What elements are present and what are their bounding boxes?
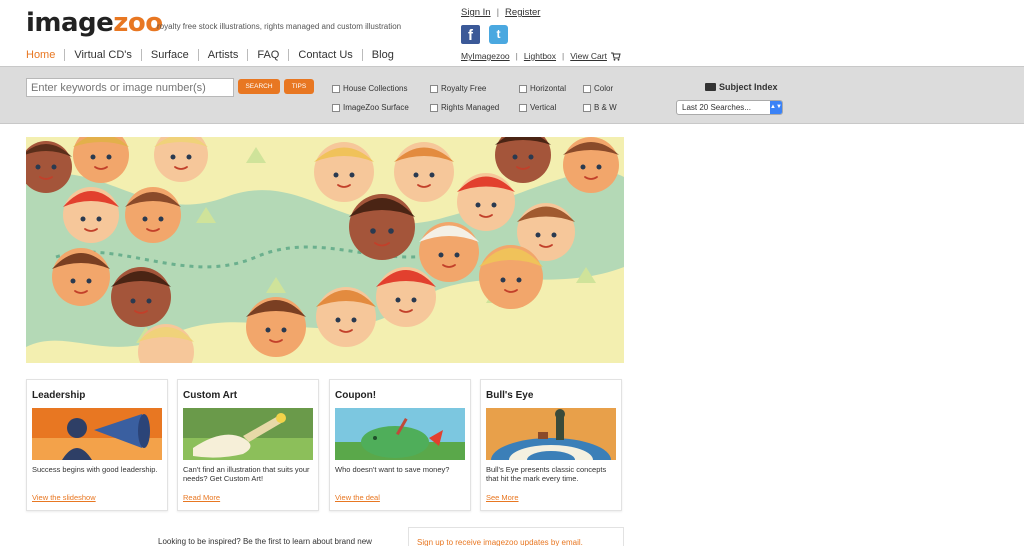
card-description: Can't find an illustration that suits yo… <box>183 465 310 483</box>
card-title: Custom Art <box>183 390 238 401</box>
filter-vertical[interactable]: Vertical <box>519 103 556 112</box>
recent-searches-value: Last 20 Searches... <box>682 103 751 112</box>
hero-illustration <box>26 137 624 363</box>
tips-button[interactable]: TIPS <box>284 79 314 94</box>
register-link[interactable]: Register <box>505 7 540 18</box>
logo-text-zoo: zoo <box>113 8 163 38</box>
card-coupon: Coupon! Who doesn't want to save money? … <box>329 379 471 511</box>
filter-bw[interactable]: B & W <box>583 103 617 112</box>
user-links: MyImagezoo | Lightbox | View Cart <box>461 51 621 61</box>
card-description: Success begins with good leadership. <box>32 465 158 474</box>
inspiration-text: Looking to be inspired? Be the first to … <box>158 537 372 546</box>
megaphone-illustration <box>32 408 162 460</box>
checkbox[interactable] <box>332 103 340 112</box>
card-link[interactable]: See More <box>486 493 519 502</box>
search-bar: SEARCH TIPS House Collections Royalty Fr… <box>0 66 1024 124</box>
piggy-bank-illustration <box>335 408 465 460</box>
card-thumbnail[interactable] <box>486 408 616 460</box>
facebook-icon[interactable]: f <box>461 25 480 44</box>
search-button[interactable]: SEARCH <box>238 79 280 94</box>
filter-royalty-free[interactable]: Royalty Free <box>430 84 486 93</box>
email-signup-link[interactable]: Sign up to receive imagezoo updates by e… <box>417 538 583 546</box>
separator: | <box>515 51 518 61</box>
nav-contact-us[interactable]: Contact Us <box>288 49 361 61</box>
card-custom-art: Custom Art Can't find an illustration th… <box>177 379 319 511</box>
filter-house-collections[interactable]: House Collections <box>332 84 407 93</box>
lightbox-link[interactable]: Lightbox <box>524 51 556 61</box>
tagline: royalty free stock illustrations, rights… <box>157 22 402 31</box>
nav-home[interactable]: Home <box>26 49 64 61</box>
account-links: Sign In | Register <box>461 7 540 18</box>
cart-icon[interactable] <box>611 52 621 61</box>
card-description: Who doesn't want to save money? <box>335 465 450 474</box>
search-input[interactable] <box>26 78 234 97</box>
twitter-icon[interactable]: t <box>489 25 508 44</box>
book-icon <box>705 83 716 91</box>
filter-label: Horizontal <box>530 84 567 93</box>
filter-horizontal[interactable]: Horizontal <box>519 84 566 93</box>
filter-color[interactable]: Color <box>583 84 613 93</box>
imagezoo-logo[interactable]: imagezoo <box>26 8 163 38</box>
my-imagezoo-link[interactable]: MyImagezoo <box>461 51 510 61</box>
card-thumbnail[interactable] <box>335 408 465 460</box>
subject-index-label: Subject Index <box>719 82 778 92</box>
card-title: Leadership <box>32 390 86 401</box>
card-thumbnail[interactable] <box>183 408 313 460</box>
filter-label: Color <box>594 84 614 93</box>
checkbox[interactable] <box>430 84 438 93</box>
filter-label: Vertical <box>530 103 557 112</box>
target-illustration <box>486 408 616 460</box>
filter-imagezoo-surface[interactable]: ImageZoo Surface <box>332 103 409 112</box>
subject-index-link[interactable]: Subject Index <box>705 82 778 92</box>
card-title: Coupon! <box>335 390 377 401</box>
social-links: f t <box>461 25 508 44</box>
checkbox[interactable] <box>332 84 340 93</box>
separator: | <box>496 7 500 18</box>
nav-artists[interactable]: Artists <box>197 49 248 61</box>
card-thumbnail[interactable] <box>32 408 162 460</box>
checkbox[interactable] <box>519 84 527 93</box>
filter-label: B & W <box>594 103 617 112</box>
checkbox[interactable] <box>430 103 438 112</box>
nav-faq[interactable]: FAQ <box>247 49 288 61</box>
view-cart-link[interactable]: View Cart <box>570 51 607 61</box>
checkbox[interactable] <box>519 103 527 112</box>
filter-label: House Collections <box>343 84 408 93</box>
card-description: Bull's Eye presents classic concepts tha… <box>486 465 607 483</box>
card-link[interactable]: Read More <box>183 493 220 502</box>
nav-virtual-cds[interactable]: Virtual CD's <box>64 49 141 61</box>
card-link[interactable]: View the slideshow <box>32 493 96 502</box>
recent-searches-select[interactable]: Last 20 Searches... ▲▼ <box>676 100 783 115</box>
card-bulls-eye: Bull's Eye Bull's Eye presents classic c… <box>480 379 622 511</box>
filter-label: ImageZoo Surface <box>343 103 409 112</box>
main-nav: Home Virtual CD's Surface Artists FAQ Co… <box>26 49 403 61</box>
card-link[interactable]: View the deal <box>335 493 380 502</box>
card-leadership: Leadership Success begins with good lead… <box>26 379 168 511</box>
filter-label: Royalty Free <box>441 84 487 93</box>
nav-blog[interactable]: Blog <box>361 49 403 61</box>
separator: | <box>562 51 565 61</box>
nav-surface[interactable]: Surface <box>140 49 198 61</box>
checkbox[interactable] <box>583 84 591 93</box>
dropdown-arrow-icon: ▲▼ <box>770 101 782 114</box>
filter-rights-managed[interactable]: Rights Managed <box>430 103 499 112</box>
filter-label: Rights Managed <box>441 103 500 112</box>
hand-brush-illustration <box>183 408 313 460</box>
email-signup-box: Sign up to receive imagezoo updates by e… <box>408 527 624 546</box>
hero-banner[interactable] <box>26 137 624 363</box>
card-title: Bull's Eye <box>486 390 534 401</box>
logo-text-image: image <box>26 8 114 38</box>
sign-in-link[interactable]: Sign In <box>461 7 491 18</box>
checkbox[interactable] <box>583 103 591 112</box>
